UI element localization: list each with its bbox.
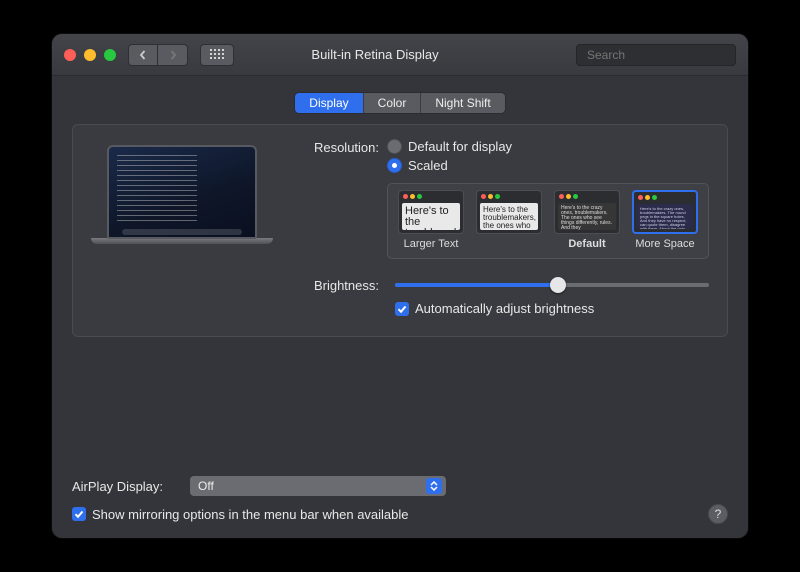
option-caption: More Space <box>635 238 694 252</box>
checkbox-icon <box>72 507 86 521</box>
forward-button[interactable] <box>158 44 188 66</box>
scaled-resolution-picker: Here's to the troublemakers Larger Text … <box>387 183 709 259</box>
radio-icon <box>387 158 402 173</box>
search-input[interactable] <box>587 48 742 62</box>
search-field[interactable] <box>576 44 736 66</box>
grid-icon <box>210 49 224 61</box>
resolution-option-2[interactable]: Here's to the troublemakers, the ones wh… <box>474 190 544 252</box>
titlebar: Built-in Retina Display <box>52 34 748 76</box>
nav-buttons <box>128 44 188 66</box>
resolution-option-larger-text[interactable]: Here's to the troublemakers Larger Text <box>396 190 466 252</box>
resolution-label: Resolution: <box>291 139 387 155</box>
close-icon[interactable] <box>64 49 76 61</box>
radio-icon <box>387 139 402 154</box>
airplay-select[interactable]: Off <box>190 476 446 496</box>
laptop-screen-icon <box>107 145 257 239</box>
radio-label: Default for display <box>408 139 512 154</box>
display-preview <box>91 145 273 316</box>
show-all-button[interactable] <box>200 44 234 66</box>
display-panel: Resolution: Default for display Scaled <box>72 124 728 337</box>
tab-color[interactable]: Color <box>364 93 422 113</box>
footer: AirPlay Display: Off Show mirroring opti… <box>72 466 728 524</box>
brightness-label: Brightness: <box>291 277 387 293</box>
radio-label: Scaled <box>408 158 448 173</box>
option-caption: Larger Text <box>404 238 459 252</box>
tab-display[interactable]: Display <box>295 93 363 113</box>
stepper-icon <box>426 478 442 494</box>
radio-default-for-display[interactable]: Default for display <box>387 139 709 154</box>
brightness-slider[interactable] <box>395 283 709 287</box>
window-controls <box>64 49 116 61</box>
airplay-label: AirPlay Display: <box>72 479 182 494</box>
tab-night-shift[interactable]: Night Shift <box>421 93 504 113</box>
resolution-option-more-space[interactable]: Here's to the crazy ones, troublemakers.… <box>630 190 700 252</box>
slider-knob-icon[interactable] <box>550 277 566 293</box>
window-title: Built-in Retina Display <box>246 47 504 62</box>
option-caption: Default <box>568 238 605 252</box>
auto-brightness-checkbox[interactable]: Automatically adjust brightness <box>395 301 709 316</box>
help-button[interactable]: ? <box>708 504 728 524</box>
tab-bar: Display Color Night Shift <box>72 92 728 114</box>
radio-scaled[interactable]: Scaled <box>387 158 709 173</box>
content-area: Display Color Night Shift Resolution: De… <box>52 76 748 538</box>
resolution-option-default[interactable]: Here's to the crazy ones, troublemakers.… <box>552 190 622 252</box>
zoom-icon[interactable] <box>104 49 116 61</box>
select-value: Off <box>198 479 214 493</box>
preferences-window: Built-in Retina Display Display Color Ni… <box>52 34 748 538</box>
back-button[interactable] <box>128 44 158 66</box>
checkbox-label: Show mirroring options in the menu bar w… <box>92 507 409 522</box>
minimize-icon[interactable] <box>84 49 96 61</box>
mirroring-checkbox[interactable]: Show mirroring options in the menu bar w… <box>72 507 409 522</box>
checkbox-label: Automatically adjust brightness <box>415 301 594 316</box>
checkbox-icon <box>395 302 409 316</box>
display-settings: Resolution: Default for display Scaled <box>291 139 709 316</box>
